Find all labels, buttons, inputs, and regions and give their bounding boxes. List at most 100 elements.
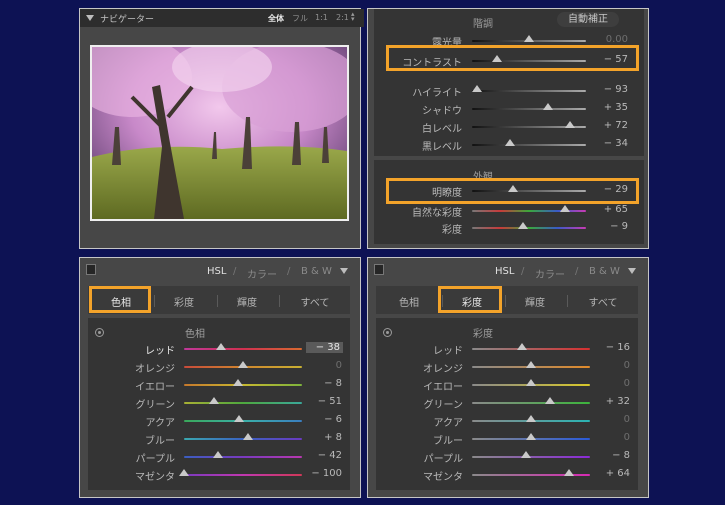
slider-orange[interactable]: オレンジ 0 [80, 360, 362, 375]
slider-blue[interactable]: ブルー 0 [368, 432, 650, 447]
color-mode-link[interactable]: カラー [247, 266, 277, 281]
color-mode-link[interactable]: カラー [535, 266, 565, 281]
slider-value[interactable]: − 38 [306, 342, 343, 353]
slider-value[interactable]: − 9 [586, 221, 628, 232]
slider-track[interactable] [472, 227, 586, 229]
slider-value[interactable]: − 51 [302, 396, 342, 407]
tab-luminance[interactable]: 輝度 [221, 294, 273, 309]
slider-value[interactable]: 0 [590, 414, 630, 425]
slider-value[interactable]: 0 [590, 360, 630, 371]
slider-value[interactable]: + 8 [302, 432, 342, 443]
slider-track[interactable] [184, 456, 302, 458]
target-adjust-icon[interactable] [95, 328, 104, 337]
slider-thumb[interactable] [234, 415, 245, 422]
slider-blue[interactable]: ブルー + 8 [80, 432, 362, 447]
slider-value[interactable]: 0 [590, 432, 630, 443]
slider-magenta[interactable]: マゼンタ − 100 [80, 468, 362, 483]
collapse-triangle-icon[interactable] [86, 15, 94, 21]
slider-value[interactable]: − 8 [302, 378, 342, 389]
slider-thumb[interactable] [560, 205, 571, 212]
slider-value[interactable]: 0 [590, 378, 630, 389]
slider-thumb[interactable] [526, 415, 536, 422]
slider-thumb[interactable] [524, 35, 534, 42]
slider-shadows[interactable]: シャドウ + 35 [368, 102, 650, 117]
slider-value[interactable]: + 72 [586, 120, 628, 131]
slider-value[interactable]: − 93 [586, 84, 628, 95]
slider-value[interactable]: + 65 [586, 204, 628, 215]
zoom-1to1-option[interactable]: 1:1 [315, 13, 328, 22]
auto-tone-button[interactable]: 自動補正 [557, 12, 619, 27]
slider-thumb[interactable] [544, 397, 555, 404]
tab-all[interactable]: すべて [572, 294, 634, 309]
slider-thumb[interactable] [215, 343, 226, 350]
slider-purple[interactable]: パープル − 42 [80, 450, 362, 465]
slider-red[interactable]: レッド − 16 [368, 342, 650, 357]
slider-thumb[interactable] [208, 397, 219, 404]
slider-value[interactable]: 0.00 [586, 34, 628, 45]
slider-green[interactable]: グリーン − 51 [80, 396, 362, 411]
slider-thumb[interactable] [233, 379, 244, 386]
slider-green[interactable]: グリーン + 32 [368, 396, 650, 411]
slider-value[interactable]: − 8 [590, 450, 630, 461]
slider-thumb[interactable] [565, 121, 576, 128]
slider-value[interactable]: + 64 [590, 468, 630, 479]
slider-aqua[interactable]: アクア − 6 [80, 414, 362, 429]
slider-thumb[interactable] [526, 361, 536, 368]
bw-mode-link[interactable]: B & W [589, 266, 620, 277]
slider-thumb[interactable] [516, 343, 527, 350]
slider-value[interactable]: − 42 [302, 450, 342, 461]
slider-value[interactable]: − 16 [590, 342, 630, 353]
slider-thumb[interactable] [526, 433, 536, 440]
slider-whites[interactable]: 白レベル + 72 [368, 120, 650, 135]
slider-thumb[interactable] [179, 469, 189, 476]
hsl-mode-link[interactable]: HSL [207, 266, 226, 277]
slider-track[interactable] [472, 144, 586, 146]
slider-track[interactable] [184, 348, 302, 350]
slider-thumb[interactable] [563, 469, 574, 476]
slider-thumb[interactable] [238, 361, 248, 368]
slider-thumb[interactable] [526, 379, 536, 386]
slider-magenta[interactable]: マゼンタ + 64 [368, 468, 650, 483]
slider-blacks[interactable]: 黒レベル − 34 [368, 138, 650, 153]
slider-track[interactable] [184, 402, 302, 404]
slider-yellow[interactable]: イエロー 0 [368, 378, 650, 393]
slider-thumb[interactable] [504, 139, 515, 146]
slider-vibrance[interactable]: 自然な彩度 + 65 [368, 204, 650, 219]
slider-highlights[interactable]: ハイライト − 93 [368, 84, 650, 99]
slider-thumb[interactable] [471, 85, 482, 92]
tab-saturation[interactable]: 彩度 [158, 294, 210, 309]
slider-thumb[interactable] [242, 433, 253, 440]
tab-hue[interactable]: 色相 [384, 294, 434, 309]
slider-track[interactable] [184, 474, 302, 476]
tab-luminance[interactable]: 輝度 [509, 294, 561, 309]
slider-thumb[interactable] [213, 451, 224, 458]
bw-mode-link[interactable]: B & W [301, 266, 332, 277]
slider-value[interactable]: − 6 [302, 414, 342, 425]
slider-value[interactable]: + 32 [590, 396, 630, 407]
slider-purple[interactable]: パープル − 8 [368, 450, 650, 465]
tab-all[interactable]: すべて [284, 294, 346, 309]
slider-thumb[interactable] [521, 451, 532, 458]
slider-yellow[interactable]: イエロー − 8 [80, 378, 362, 393]
navigator-header[interactable]: ナビゲーター 全体 フル 1:1 2:1 ▴ ▾ [80, 9, 364, 27]
slider-value[interactable]: − 34 [586, 138, 628, 149]
slider-aqua[interactable]: アクア 0 [368, 414, 650, 429]
slider-track[interactable] [472, 402, 590, 404]
hsl-mode-link[interactable]: HSL [495, 266, 514, 277]
panel-toggle-icon[interactable] [86, 264, 96, 275]
slider-value[interactable]: 0 [302, 360, 342, 371]
zoom-fit-option[interactable]: 全体 [268, 13, 284, 24]
zoom-stepper-icon[interactable]: ▴ ▾ [351, 11, 355, 23]
panel-menu-triangle-icon[interactable] [340, 268, 348, 274]
navigator-preview-frame[interactable] [90, 45, 349, 221]
zoom-2to1-option[interactable]: 2:1 [336, 13, 349, 22]
slider-thumb[interactable] [518, 222, 529, 229]
zoom-fill-option[interactable]: フル [292, 13, 308, 24]
slider-thumb[interactable] [543, 103, 554, 110]
target-adjust-icon[interactable] [383, 328, 392, 337]
slider-red[interactable]: レッド − 38 [80, 342, 362, 357]
slider-orange[interactable]: オレンジ 0 [368, 360, 650, 375]
slider-track[interactable] [472, 348, 590, 350]
slider-track[interactable] [472, 90, 586, 92]
panel-toggle-icon[interactable] [374, 264, 384, 275]
